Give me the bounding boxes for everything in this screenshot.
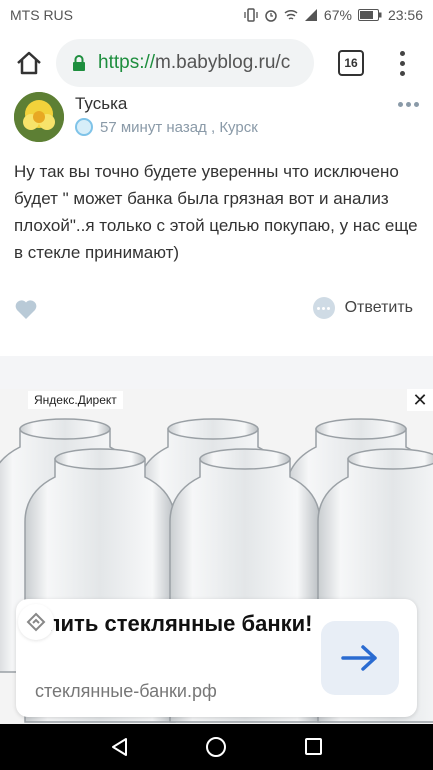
carrier-name: MTS RUS [10, 7, 73, 23]
home-icon[interactable] [14, 48, 44, 78]
tab-switcher-button[interactable]: 16 [338, 50, 364, 76]
comment-bubble-icon [312, 297, 335, 319]
browser-toolbar: https://m.babyblog.ru/c 16 [0, 30, 433, 96]
section-divider [0, 356, 433, 389]
back-icon[interactable] [110, 737, 130, 757]
comment-post: Туська 57 минут назад , Курск Ну так вы … [0, 92, 433, 356]
ad-banner[interactable]: Яндекс.Директ ✕ упить стеклянные банки! … [0, 389, 433, 724]
ad-source-label: Яндекс.Директ [28, 391, 123, 409]
lock-icon [73, 55, 85, 71]
ad-domain[interactable]: стеклянные-банки.рф [35, 681, 217, 702]
recent-apps-icon[interactable] [305, 738, 322, 755]
url-host: m.babyblog.ru/c [155, 52, 291, 73]
ad-card[interactable]: упить стеклянные банки! стеклянные-банки… [16, 599, 417, 717]
signal-icon [304, 9, 317, 21]
arrow-right-icon [341, 645, 377, 671]
status-icons: 67% 23:56 [244, 7, 423, 23]
location: Курск [219, 118, 258, 136]
ad-go-button[interactable] [321, 621, 399, 695]
more-options-icon[interactable] [398, 102, 419, 107]
alarm-icon [265, 10, 277, 22]
address-bar[interactable]: https://m.babyblog.ru/c [56, 39, 314, 87]
ad-title[interactable]: упить стеклянные банки! [35, 609, 320, 639]
battery-percent: 67% [323, 7, 352, 23]
url-text: https://m.babyblog.ru/c [98, 52, 290, 74]
browser-menu-icon[interactable] [392, 48, 412, 78]
battery-icon [357, 9, 382, 21]
reply-button[interactable]: Ответить [312, 297, 413, 319]
post-meta: 57 минут назад , Курск [75, 118, 258, 136]
system-nav-bar [0, 724, 433, 770]
heart-icon[interactable] [14, 298, 38, 320]
time-ago: 57 минут назад [100, 118, 207, 136]
url-scheme: https:// [98, 52, 156, 73]
comment-text: Ну так вы точно будете уверенны что искл… [14, 162, 418, 262]
wifi-icon [284, 9, 298, 20]
vibrate-icon [244, 8, 258, 22]
home-circle-icon[interactable] [206, 737, 226, 757]
avatar[interactable] [14, 92, 64, 142]
status-dot-icon [75, 118, 93, 136]
reply-label: Ответить [344, 299, 413, 316]
status-bar: MTS RUS 67% 23:56 [0, 0, 433, 30]
ad-info-icon[interactable] [18, 604, 54, 640]
author-name[interactable]: Туська [75, 94, 127, 114]
close-icon[interactable]: ✕ [407, 389, 433, 411]
meta-separator: , [210, 118, 216, 136]
clock: 23:56 [387, 7, 423, 23]
